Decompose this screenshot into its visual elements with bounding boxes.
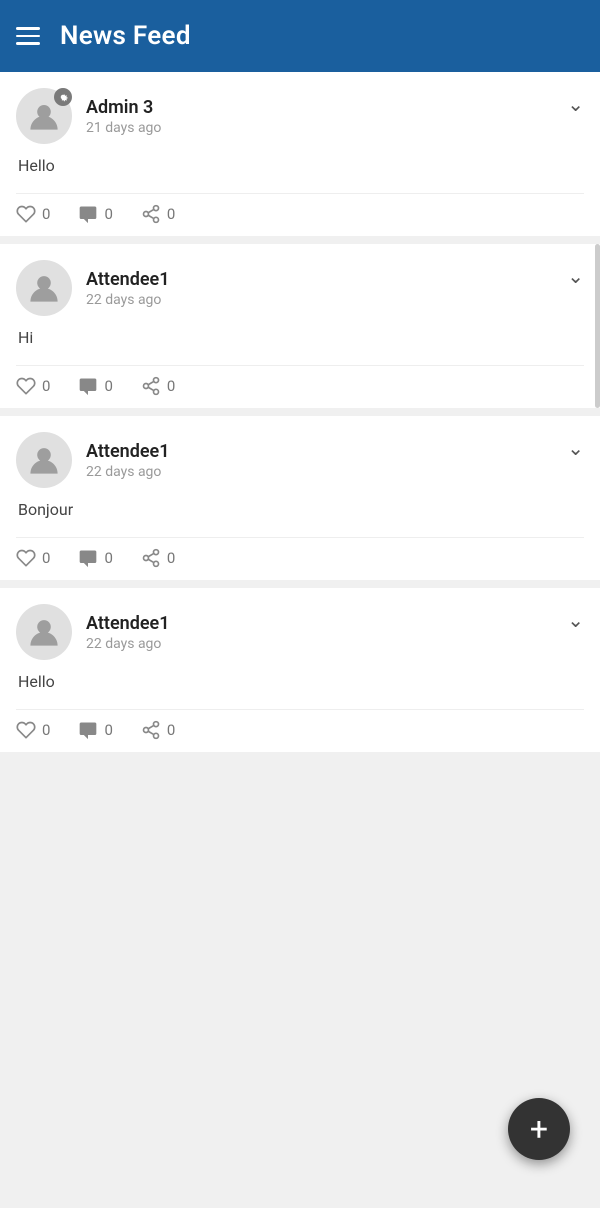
post-content: Hi — [18, 328, 584, 347]
share-icon — [141, 548, 161, 568]
share-button[interactable]: 0 — [141, 720, 175, 740]
post-card: Attendee1 22 days ago ⌄ Bonjour 0 — [0, 416, 600, 580]
post-author-name: Attendee1 — [86, 613, 170, 634]
comment-button[interactable]: 0 — [78, 204, 112, 224]
like-button[interactable]: 0 — [16, 376, 50, 396]
post-options-chevron[interactable]: ⌄ — [567, 436, 584, 460]
comment-button[interactable]: 0 — [78, 548, 112, 568]
comment-count: 0 — [104, 205, 112, 223]
heart-icon — [16, 548, 36, 568]
post-header: Attendee1 22 days ago ⌄ — [16, 604, 584, 660]
post-card: Attendee1 22 days ago ⌄ Hello 0 — [0, 588, 600, 752]
post-author-section: Attendee1 22 days ago — [16, 260, 170, 316]
like-count: 0 — [42, 549, 50, 567]
avatar — [16, 604, 72, 660]
comment-count: 0 — [104, 549, 112, 567]
post-content: Hello — [18, 672, 584, 691]
post-content: Hello — [18, 156, 584, 175]
comment-count: 0 — [104, 721, 112, 739]
post-header: Attendee1 22 days ago ⌄ — [16, 432, 584, 488]
share-icon — [141, 204, 161, 224]
comment-count: 0 — [104, 377, 112, 395]
avatar — [16, 88, 72, 144]
comment-icon — [78, 376, 98, 396]
post-author-name: Admin 3 — [86, 97, 161, 118]
avatar — [16, 432, 72, 488]
share-count: 0 — [167, 377, 175, 395]
avatar — [16, 260, 72, 316]
share-count: 0 — [167, 721, 175, 739]
post-time: 21 days ago — [86, 120, 161, 136]
post-actions: 0 0 — [16, 193, 584, 224]
like-button[interactable]: 0 — [16, 720, 50, 740]
menu-button[interactable] — [16, 27, 40, 45]
post-author-section: Admin 3 21 days ago — [16, 88, 161, 144]
post-header: Attendee1 22 days ago ⌄ — [16, 260, 584, 316]
post-actions: 0 0 — [16, 709, 584, 740]
app-header: News Feed — [0, 0, 600, 72]
page-title: News Feed — [60, 21, 191, 51]
post-time: 22 days ago — [86, 292, 170, 308]
post-author-name: Attendee1 — [86, 441, 170, 462]
heart-icon — [16, 204, 36, 224]
share-count: 0 — [167, 205, 175, 223]
post-card: Admin 3 21 days ago ⌄ Hello 0 — [0, 72, 600, 236]
create-post-button[interactable]: + — [508, 1098, 570, 1160]
post-actions: 0 0 — [16, 537, 584, 568]
comment-icon — [78, 548, 98, 568]
comment-icon — [78, 720, 98, 740]
news-feed: Admin 3 21 days ago ⌄ Hello 0 — [0, 72, 600, 752]
like-count: 0 — [42, 205, 50, 223]
post-author-section: Attendee1 22 days ago — [16, 604, 170, 660]
post-options-chevron[interactable]: ⌄ — [567, 608, 584, 632]
heart-icon — [16, 720, 36, 740]
post-author-info: Attendee1 22 days ago — [86, 441, 170, 480]
post-author-info: Attendee1 22 days ago — [86, 269, 170, 308]
comment-icon — [78, 204, 98, 224]
post-author-info: Admin 3 21 days ago — [86, 97, 161, 136]
like-button[interactable]: 0 — [16, 204, 50, 224]
share-button[interactable]: 0 — [141, 204, 175, 224]
comment-button[interactable]: 0 — [78, 376, 112, 396]
post-actions: 0 0 — [16, 365, 584, 396]
share-button[interactable]: 0 — [141, 376, 175, 396]
comment-button[interactable]: 0 — [78, 720, 112, 740]
like-count: 0 — [42, 721, 50, 739]
post-time: 22 days ago — [86, 464, 170, 480]
post-options-chevron[interactable]: ⌄ — [567, 92, 584, 116]
post-options-chevron[interactable]: ⌄ — [567, 264, 584, 288]
share-icon — [141, 376, 161, 396]
post-author-name: Attendee1 — [86, 269, 170, 290]
post-author-info: Attendee1 22 days ago — [86, 613, 170, 652]
post-author-section: Attendee1 22 days ago — [16, 432, 170, 488]
post-content: Bonjour — [18, 500, 584, 519]
like-button[interactable]: 0 — [16, 548, 50, 568]
post-card: Attendee1 22 days ago ⌄ Hi 0 — [0, 244, 600, 408]
heart-icon — [16, 376, 36, 396]
like-count: 0 — [42, 377, 50, 395]
post-time: 22 days ago — [86, 636, 170, 652]
share-icon — [141, 720, 161, 740]
share-count: 0 — [167, 549, 175, 567]
share-button[interactable]: 0 — [141, 548, 175, 568]
post-header: Admin 3 21 days ago ⌄ — [16, 88, 584, 144]
